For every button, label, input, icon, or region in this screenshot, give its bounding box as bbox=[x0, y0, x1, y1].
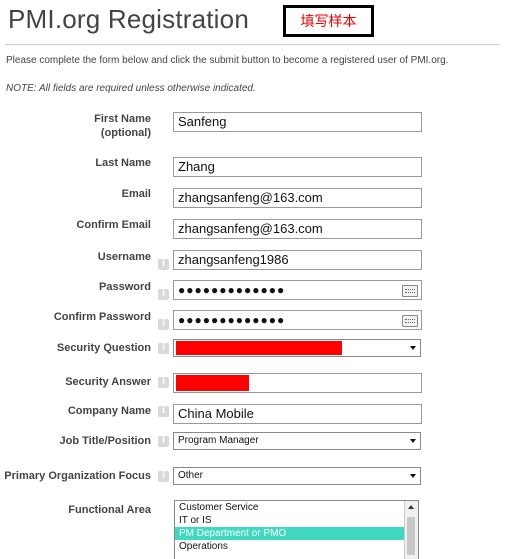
confirm-password-mask: ●●●●●●●●●●●●● bbox=[178, 313, 286, 327]
password-input[interactable]: ●●●●●●●●●●●●● bbox=[173, 280, 422, 300]
company-name-info-icon[interactable]: i bbox=[158, 406, 169, 417]
security-question-label: Security Question bbox=[56, 342, 151, 354]
keyboard-icon[interactable] bbox=[402, 315, 418, 327]
password-info-icon[interactable]: i bbox=[158, 289, 169, 300]
scroll-up-arrow-icon[interactable] bbox=[408, 505, 414, 509]
confirm-password-input[interactable]: ●●●●●●●●●●●●● bbox=[173, 310, 422, 330]
last-name-label: Last Name bbox=[95, 157, 151, 169]
org-focus-select[interactable]: Other bbox=[173, 467, 421, 485]
security-answer-info-icon[interactable]: i bbox=[158, 377, 169, 388]
org-focus-info-icon[interactable]: i bbox=[158, 471, 169, 482]
password-mask: ●●●●●●●●●●●●● bbox=[178, 283, 286, 297]
first-name-label-text: First Name bbox=[94, 113, 151, 125]
listbox-option[interactable]: Operations bbox=[175, 540, 404, 553]
job-title-value: Program Manager bbox=[178, 435, 259, 446]
email-label: Email bbox=[121, 188, 151, 200]
functional-area-label: Functional Area bbox=[68, 504, 151, 516]
email-input[interactable]: zhangsanfeng@163.com bbox=[173, 188, 422, 208]
sample-stamp: 填写样本 bbox=[283, 5, 374, 37]
confirm-password-label: Confirm Password bbox=[53, 311, 151, 323]
first-name-input[interactable]: Sanfeng bbox=[173, 112, 422, 132]
first-name-optional-text: (optional) bbox=[100, 127, 151, 139]
listbox-option-selected[interactable]: PM Department or PMO bbox=[175, 527, 404, 540]
password-label: Password bbox=[99, 281, 151, 293]
listbox-scrollbar[interactable] bbox=[404, 501, 418, 559]
username-label: Username bbox=[97, 251, 151, 263]
scrollbar-thumb[interactable] bbox=[407, 517, 415, 555]
security-question-info-icon[interactable]: i bbox=[158, 343, 169, 354]
listbox-option[interactable]: Customer Service bbox=[175, 501, 404, 514]
job-title-info-icon[interactable]: i bbox=[158, 436, 169, 447]
listbox-option[interactable]: IT or IS bbox=[175, 514, 404, 527]
intro-text: Please complete the form below and click… bbox=[6, 55, 449, 66]
confirm-email-input[interactable]: zhangsanfeng@163.com bbox=[173, 219, 422, 239]
chevron-down-icon bbox=[410, 439, 416, 443]
header-divider bbox=[5, 44, 500, 45]
company-name-input[interactable]: China Mobile bbox=[173, 404, 422, 424]
first-name-label: First Name (optional) bbox=[94, 112, 151, 140]
chevron-down-icon bbox=[410, 474, 416, 478]
security-answer-label: Security Answer bbox=[65, 376, 151, 388]
required-note: NOTE: All fields are required unless oth… bbox=[6, 83, 256, 94]
job-title-select[interactable]: Program Manager bbox=[173, 432, 421, 450]
org-focus-label: Primary Organization Focus bbox=[4, 470, 151, 482]
username-input[interactable]: zhangsanfeng1986 bbox=[173, 250, 422, 270]
confirm-email-label: Confirm Email bbox=[76, 219, 151, 231]
company-name-label: Company Name bbox=[67, 405, 151, 417]
username-info-icon[interactable]: i bbox=[158, 259, 169, 270]
page-title: PMI.org Registration bbox=[8, 4, 249, 34]
job-title-label: Job Title/Position bbox=[59, 435, 151, 447]
functional-area-listbox[interactable]: Customer Service IT or IS PM Department … bbox=[174, 500, 419, 559]
org-focus-value: Other bbox=[178, 470, 204, 481]
confirm-password-info-icon[interactable]: i bbox=[158, 319, 169, 330]
chevron-down-icon bbox=[410, 346, 416, 350]
redacted-security-answer bbox=[176, 375, 249, 391]
last-name-input[interactable]: Zhang bbox=[173, 157, 422, 177]
redacted-security-question bbox=[176, 341, 342, 355]
keyboard-icon[interactable] bbox=[402, 285, 418, 297]
